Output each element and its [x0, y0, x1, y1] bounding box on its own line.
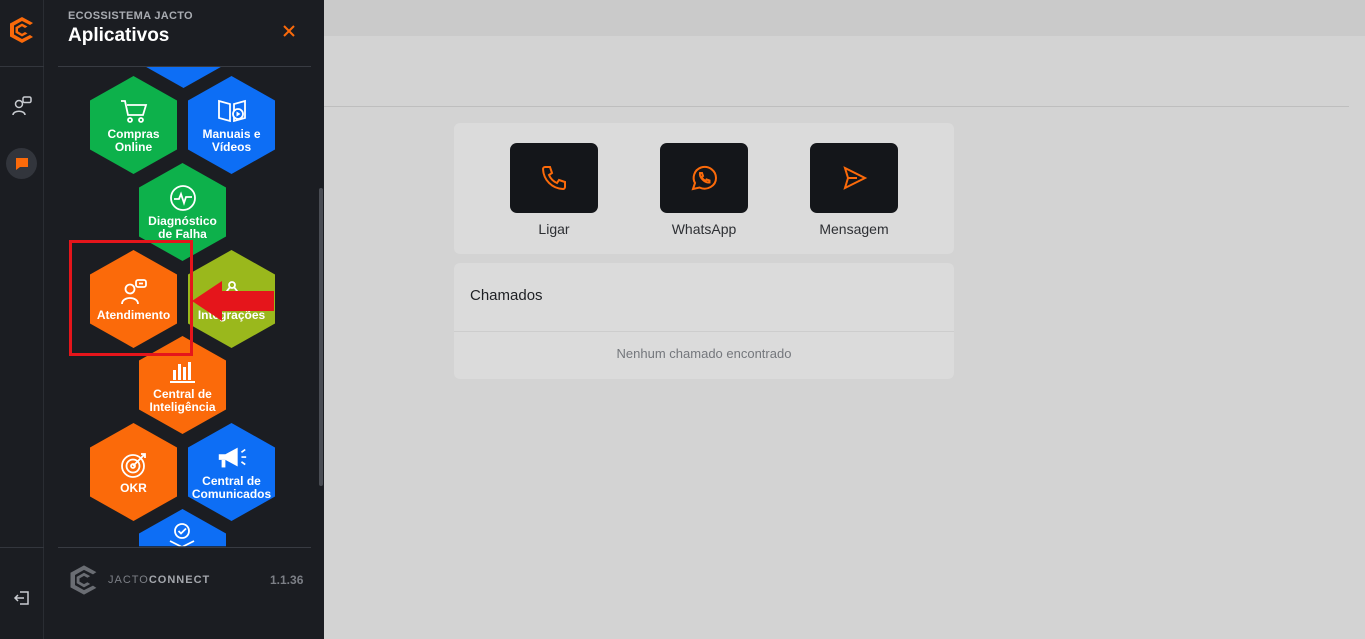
rail-divider [0, 66, 44, 67]
whatsapp-label: WhatsApp [671, 221, 737, 237]
tickets-card: Chamados Nenhum chamado encontrado [454, 263, 954, 379]
app-label: Manuais e Vídeos [202, 127, 261, 154]
rail-divider [0, 547, 44, 548]
phone-icon [541, 166, 566, 191]
message-label: Mensagem [819, 221, 889, 237]
jactoconnect-logo-icon [66, 562, 102, 598]
send-icon [843, 166, 868, 190]
diagnostic-icon [166, 183, 200, 213]
top-bar [324, 0, 1365, 36]
app-label: OKR [120, 480, 147, 495]
drawer-title: Aplicativos [68, 25, 170, 46]
app-manuais-videos[interactable]: Manuais e Vídeos [188, 76, 275, 174]
target-icon [117, 450, 151, 480]
highlight-box [69, 240, 193, 356]
close-icon[interactable] [280, 22, 298, 40]
drawer-subtitle: ECOSSISTEMA JACTO [68, 10, 193, 22]
shopping-cart-icon [117, 96, 151, 126]
support-person-icon[interactable] [10, 94, 34, 118]
drawer-divider [58, 66, 311, 67]
jactoconnect-brand: JACTOCONNECT [108, 574, 211, 586]
tickets-empty-message: Nenhum chamado encontrado [616, 346, 792, 361]
app-label: Diagnóstico de Falha [148, 214, 217, 241]
app-label: Central de Inteligência [149, 387, 216, 414]
whatsapp-icon [691, 165, 718, 191]
app-label: Central de Comunicados [191, 474, 272, 501]
bar-chart-icon [166, 356, 200, 386]
drawer-divider [58, 547, 311, 548]
whatsapp-button[interactable] [660, 143, 748, 213]
call-action[interactable]: Ligar [510, 143, 598, 237]
app-tile-partial[interactable] [139, 509, 226, 547]
tickets-title: Chamados [470, 287, 543, 304]
megaphone-icon [215, 443, 249, 473]
chat-icon [15, 157, 28, 170]
app-version: 1.1.36 [270, 573, 304, 587]
red-arrow-icon [192, 279, 274, 323]
message-button[interactable] [810, 143, 898, 213]
app-compras-online[interactable]: Compras Online [90, 76, 177, 174]
drawer-scrollbar[interactable] [319, 188, 323, 486]
call-label: Ligar [538, 221, 570, 237]
main-divider [324, 106, 1349, 107]
logout-icon[interactable] [10, 586, 34, 610]
jacto-logo-icon[interactable] [6, 14, 38, 46]
message-action[interactable]: Mensagem [810, 143, 898, 237]
manual-video-icon [215, 96, 249, 126]
app-okr[interactable]: OKR [90, 423, 177, 521]
call-button[interactable] [510, 143, 598, 213]
chat-button[interactable] [6, 148, 37, 179]
whatsapp-action[interactable]: WhatsApp [660, 143, 748, 237]
tickets-divider [454, 331, 954, 332]
app-central-comunicados[interactable]: Central de Comunicados [188, 423, 275, 521]
contact-card: Ligar WhatsApp Mensagem [454, 123, 954, 254]
app-label: Compras Online [107, 127, 160, 154]
nav-rail [0, 0, 44, 639]
